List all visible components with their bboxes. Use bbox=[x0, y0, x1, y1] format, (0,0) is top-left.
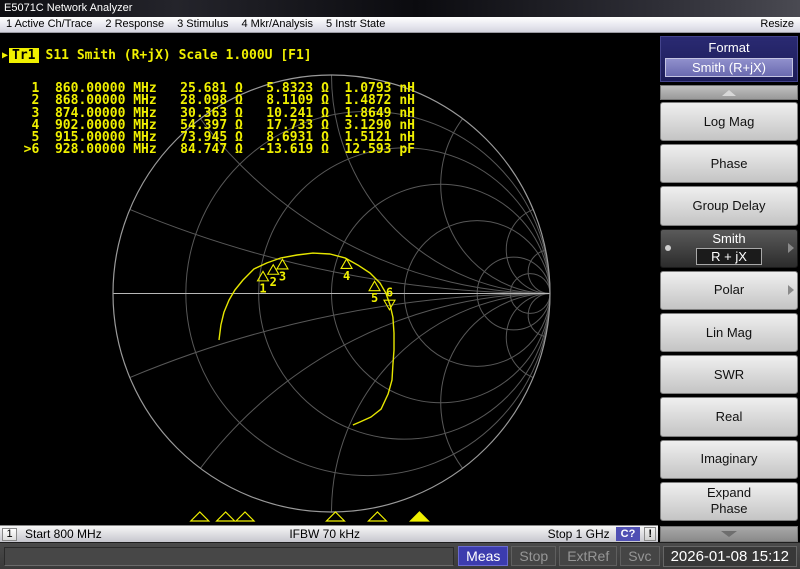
softkey-menu-header: Format Smith (R+jX) bbox=[660, 36, 798, 82]
stop-frequency-label: Stop 1 GHz bbox=[547, 527, 610, 541]
chart-marker-4-label: 4 bbox=[343, 269, 350, 283]
softkey-label: Expand Phase bbox=[706, 485, 752, 517]
softkey-scroll-up[interactable] bbox=[660, 85, 798, 100]
active-trace-arrow-icon: ▶ bbox=[2, 50, 9, 61]
scroll-up-icon bbox=[722, 89, 736, 96]
softkey-label: Polar bbox=[713, 282, 745, 298]
trace-header: ▶ Tr1 S11 Smith (R+jX) Scale 1.000U [F1] bbox=[2, 48, 312, 63]
window-title: E5071C Network Analyzer bbox=[4, 2, 133, 14]
window-titlebar[interactable]: E5071C Network Analyzer bbox=[0, 0, 800, 17]
softkey-expand-phase[interactable]: Expand Phase bbox=[660, 481, 798, 522]
chart-marker-5-icon bbox=[368, 280, 382, 292]
scroll-down-icon bbox=[721, 531, 737, 537]
stimulus-marker-3-icon bbox=[234, 511, 256, 522]
softkey-log-mag[interactable]: Log Mag bbox=[660, 102, 798, 142]
start-frequency-label: Start 800 MHz bbox=[25, 527, 102, 541]
menu-item-3[interactable]: 3 Stimulus bbox=[177, 17, 228, 32]
chart-marker-2-label: 2 bbox=[270, 275, 277, 289]
datetime-display: 2026-01-08 15:12 bbox=[662, 545, 797, 567]
status-bar: 1 Start 800 MHz IFBW 70 kHz Stop 1 GHz C… bbox=[0, 525, 658, 542]
chart-marker-5-label: 5 bbox=[371, 291, 378, 305]
softkey-smith[interactable]: Smith R + jX bbox=[660, 228, 798, 268]
menu-item-2[interactable]: 2 Response bbox=[105, 17, 164, 32]
softkey-label: Lin Mag bbox=[705, 324, 753, 340]
ifbw-label: IFBW 70 kHz bbox=[289, 527, 360, 541]
softkey-menu-value: Smith (R+jX) bbox=[665, 58, 793, 77]
marker-table: 1 860.00000 MHz 25.681 Ω 5.8323 Ω 1.0793… bbox=[8, 82, 415, 158]
softkey-label: Imaginary bbox=[700, 451, 758, 467]
softkey-group-delay[interactable]: Group Delay bbox=[660, 186, 798, 226]
smith-chart-area: 123 4 56 ▶ Tr1 S11 Smith (R+jX) Scale 1.00… bbox=[0, 33, 658, 525]
menu-item-5[interactable]: 5 Instr State bbox=[326, 17, 385, 32]
extref-status-badge: ExtRef bbox=[559, 546, 618, 566]
softkey-real[interactable]: Real bbox=[660, 397, 798, 437]
softkey-polar[interactable]: Polar bbox=[660, 270, 798, 311]
softkey-lin-mag[interactable]: Lin Mag bbox=[660, 313, 798, 353]
warning-badge: ! bbox=[644, 527, 656, 541]
softkey-label: SWR bbox=[713, 366, 745, 382]
softkey-swr[interactable]: SWR bbox=[660, 355, 798, 395]
softkey-label: Group Delay bbox=[692, 198, 766, 213]
channel-indicator: 1 bbox=[2, 527, 17, 541]
stimulus-marker-6-icon bbox=[408, 511, 430, 522]
meas-status-badge: Meas bbox=[458, 546, 509, 566]
instrument-status-bar: Meas Stop ExtRef Svc 2026-01-08 15:12 bbox=[0, 542, 800, 569]
stimulus-marker-4-icon bbox=[325, 511, 346, 522]
chart-marker-6-label: 6 bbox=[386, 286, 393, 300]
svc-status-badge: Svc bbox=[620, 546, 660, 566]
trace-format-text: S11 Smith (R+jX) Scale 1.000U [F1] bbox=[45, 48, 312, 63]
menu-item-1[interactable]: 1 Active Ch/Trace bbox=[6, 17, 92, 32]
softkey-menu-title: Format bbox=[708, 40, 750, 55]
chart-marker-1-label: 1 bbox=[259, 281, 266, 295]
stimulus-marker-5-icon bbox=[367, 511, 388, 522]
stimulus-marker-1-icon bbox=[189, 511, 211, 522]
menu-item-4[interactable]: 4 Mkr/Analysis bbox=[241, 17, 313, 32]
menu-bar: 1 Active Ch/Trace 2 Response 3 Stimulus 4 M… bbox=[0, 17, 800, 33]
stimulus-marker-2-icon bbox=[215, 511, 237, 522]
stop-group: Stop 1 GHz C? ! bbox=[548, 527, 656, 541]
softkey-label: Log Mag bbox=[703, 113, 755, 129]
trace-label[interactable]: Tr1 bbox=[9, 48, 39, 63]
chart-marker-2-icon bbox=[266, 263, 280, 275]
softkey-sub-label: R + jX bbox=[696, 248, 762, 266]
chart-marker-3-label: 3 bbox=[279, 269, 286, 283]
submenu-arrow-icon bbox=[788, 243, 794, 254]
message-panel bbox=[4, 546, 455, 566]
softkey-buttons: Log Mag Phase Group Delay Smith R + jX Polar L… bbox=[660, 102, 798, 524]
resize-button[interactable]: Resize bbox=[760, 17, 800, 32]
softkey-label: Smith bbox=[712, 231, 746, 247]
softkey-sidebar: Format Smith (R+jX) Log Mag Phase Group De… bbox=[658, 33, 800, 542]
softkey-imaginary[interactable]: Imaginary bbox=[660, 439, 798, 479]
e5071c-screen: E5071C Network Analyzer 1 Active Ch/Trac… bbox=[0, 0, 800, 569]
softkey-label: Real bbox=[715, 409, 743, 425]
menu-items: 1 Active Ch/Trace 2 Response 3 Stimulus 4 M… bbox=[0, 17, 398, 32]
submenu-arrow-icon bbox=[788, 285, 794, 296]
stop-status-badge: Stop bbox=[511, 546, 557, 566]
marker-row-6: >6 928.00000 MHz 84.747 Ω -13.619 Ω 12.5… bbox=[8, 142, 415, 158]
softkey-label: Phase bbox=[710, 155, 748, 171]
softkey-scroll-down[interactable] bbox=[660, 526, 798, 542]
selected-bullet-icon bbox=[665, 245, 671, 252]
cal-status-badge: C? bbox=[615, 527, 641, 541]
softkey-phase[interactable]: Phase bbox=[660, 144, 798, 184]
